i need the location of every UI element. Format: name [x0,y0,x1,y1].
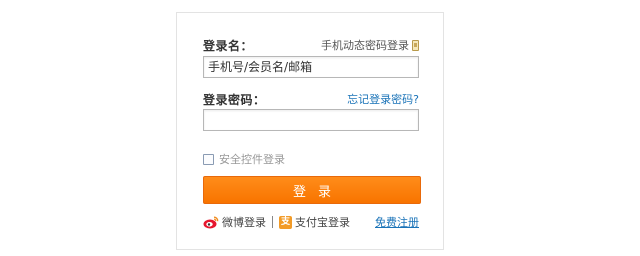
register-link[interactable]: 免费注册 [375,214,419,230]
password-label: 登录密码： [203,93,266,107]
security-control-option[interactable]: 安全控件登录 [203,151,285,167]
weibo-login-text: 微博登录 [222,216,266,229]
login-footer: 微博登录 支 支付宝登录 免费注册 [203,213,419,231]
login-button[interactable]: 登录 [203,176,421,204]
login-card: 登录名： 手机动态密码登录 登录密码： 忘记登录密码? 安全控件登录 登录 微博… [176,12,444,250]
security-control-label: 安全控件登录 [219,153,285,166]
phone-login-link[interactable]: 手机动态密码登录 [321,37,419,53]
phone-icon [412,39,419,51]
forgot-password-link[interactable]: 忘记登录密码? [347,91,419,107]
username-input[interactable] [203,56,419,78]
alipay-login-text: 支付宝登录 [295,216,350,229]
weibo-icon [203,216,219,229]
security-control-checkbox[interactable] [203,153,214,165]
weibo-login-link[interactable]: 微博登录 [203,214,266,230]
alipay-icon: 支 [279,215,292,229]
phone-login-text: 手机动态密码登录 [321,39,409,52]
alipay-login-link[interactable]: 支 支付宝登录 [279,214,350,230]
password-input[interactable] [203,109,419,131]
divider [272,216,273,228]
username-label: 登录名： [203,39,254,53]
